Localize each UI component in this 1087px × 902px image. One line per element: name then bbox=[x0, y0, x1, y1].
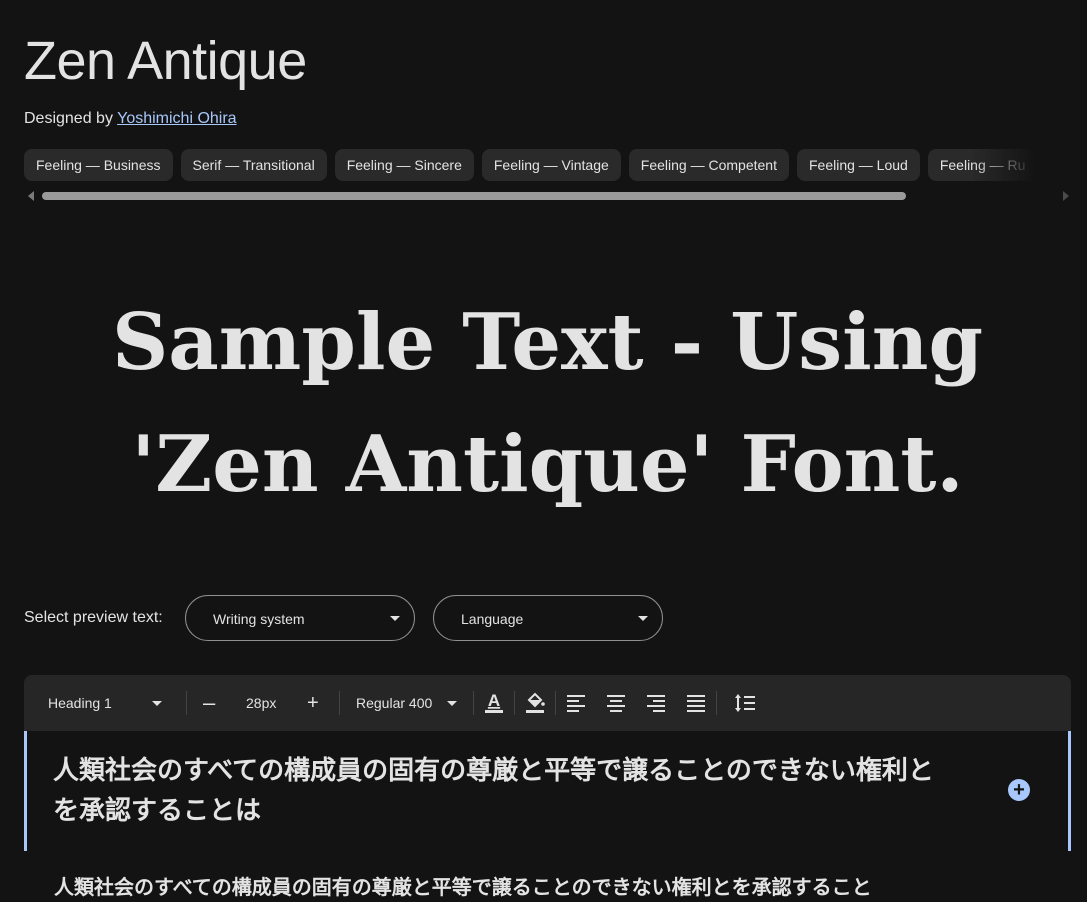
tag-chip-list: Feeling — Business Serif — Transitional … bbox=[24, 149, 1071, 181]
add-icon[interactable]: + bbox=[1008, 779, 1030, 801]
justify-button[interactable] bbox=[682, 689, 710, 717]
decrease-size-button[interactable]: – bbox=[203, 675, 215, 731]
align-left-icon bbox=[567, 695, 585, 712]
align-right-icon bbox=[647, 695, 665, 712]
text-color-button[interactable]: A bbox=[480, 689, 508, 717]
preview-select-label: Select preview text: bbox=[24, 609, 163, 626]
toolbar-divider bbox=[186, 691, 187, 715]
font-title: Zen Antique bbox=[24, 31, 307, 91]
scroll-right-arrow-icon[interactable] bbox=[1063, 191, 1069, 201]
toolbar-divider bbox=[555, 691, 556, 715]
weight-select-label: Regular 400 bbox=[356, 695, 433, 711]
preview-text-secondary[interactable]: 人類社会のすべての構成員の固有の尊厳と平等で譲ることのできない権利とを承認するこ… bbox=[54, 872, 1064, 902]
fill-bucket-icon bbox=[526, 692, 545, 713]
tag-chip[interactable]: Feeling — Vintage bbox=[481, 149, 621, 181]
designed-by-label: Designed by bbox=[24, 110, 113, 127]
style-select-label: Heading 1 bbox=[48, 695, 112, 711]
toolbar-divider bbox=[514, 691, 515, 715]
svg-text:A: A bbox=[488, 691, 500, 710]
align-justify-icon bbox=[687, 695, 705, 712]
align-left-button[interactable] bbox=[562, 689, 590, 717]
tag-scrollbar[interactable] bbox=[24, 190, 1071, 202]
align-center-button[interactable] bbox=[602, 689, 630, 717]
background-color-button[interactable] bbox=[521, 689, 549, 717]
increase-size-button[interactable]: + bbox=[307, 675, 319, 731]
tag-chip[interactable]: Feeling — Loud bbox=[796, 149, 920, 181]
line-height-button[interactable] bbox=[731, 689, 759, 717]
tag-chip[interactable]: Feeling — Business bbox=[24, 149, 173, 181]
designer-line: Designed by Yoshimichi Ohira bbox=[24, 110, 237, 128]
sample-text: Sample Text - Using 'Zen Antique' Font. bbox=[111, 297, 984, 510]
language-label: Language bbox=[461, 611, 524, 627]
text-color-icon: A bbox=[485, 691, 503, 713]
preview-card[interactable]: 人類社会のすべての構成員の固有の尊厳と平等で譲ることのできない権利とを承認するこ… bbox=[24, 731, 1071, 851]
preview-text[interactable]: 人類社会のすべての構成員の固有の尊厳と平等で譲ることのできない権利とを承認するこ… bbox=[53, 751, 953, 831]
chevron-down-icon bbox=[638, 616, 648, 621]
align-right-button[interactable] bbox=[642, 689, 670, 717]
align-center-icon bbox=[607, 695, 625, 712]
scroll-left-arrow-icon[interactable] bbox=[28, 191, 34, 201]
tag-chip[interactable]: Feeling — Ru bbox=[927, 149, 1038, 181]
chevron-down-icon bbox=[152, 701, 162, 706]
designer-link[interactable]: Yoshimichi Ohira bbox=[117, 110, 236, 127]
chevron-down-icon bbox=[447, 701, 457, 706]
toolbar-divider bbox=[339, 691, 340, 715]
toolbar-divider bbox=[716, 691, 717, 715]
tag-chip[interactable]: Serif — Transitional bbox=[180, 149, 327, 181]
tag-chip[interactable]: Feeling — Competent bbox=[628, 149, 789, 181]
tag-chip[interactable]: Feeling — Sincere bbox=[334, 149, 474, 181]
language-dropdown[interactable]: Language bbox=[433, 595, 663, 641]
line-height-icon bbox=[735, 694, 755, 712]
font-size-value[interactable]: 28px bbox=[246, 675, 276, 731]
writing-system-label: Writing system bbox=[213, 611, 305, 627]
writing-system-dropdown[interactable]: Writing system bbox=[185, 595, 415, 641]
weight-select[interactable]: Regular 400 bbox=[356, 675, 432, 731]
chevron-down-icon bbox=[390, 616, 400, 621]
scroll-thumb[interactable] bbox=[42, 192, 906, 200]
toolbar-divider bbox=[473, 691, 474, 715]
preview-toolbar: Heading 1 – 28px + Regular 400 A bbox=[24, 675, 1071, 731]
